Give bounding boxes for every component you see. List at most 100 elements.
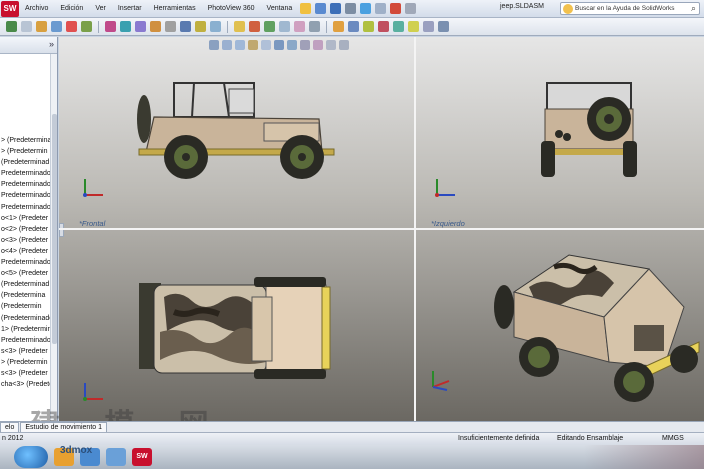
tab-motion-study[interactable]: Estudio de movimiento 1 bbox=[20, 422, 107, 432]
smart-dimension-icon[interactable] bbox=[249, 21, 260, 32]
sketch-icon[interactable] bbox=[234, 21, 245, 32]
tree-item[interactable]: o<3> (Predeter bbox=[0, 235, 57, 246]
tree-item[interactable]: cha<3> (Predeter bbox=[0, 379, 57, 390]
tree-item[interactable]: (Predeterminad bbox=[0, 279, 57, 290]
view-orientation-icon[interactable] bbox=[274, 40, 284, 50]
insert-component-icon[interactable] bbox=[6, 21, 17, 32]
options-gear-icon[interactable] bbox=[423, 21, 434, 32]
tree-item[interactable]: Predeterminado bbox=[0, 190, 57, 201]
watermark-site: 3dmox bbox=[60, 445, 93, 456]
status-mode: Editando Ensamblaje bbox=[557, 435, 624, 442]
tree-scrollbar[interactable] bbox=[50, 54, 57, 421]
shadows-icon[interactable] bbox=[150, 21, 161, 32]
expand-panel-icon[interactable]: » bbox=[49, 39, 54, 49]
select-arrow-icon[interactable] bbox=[375, 3, 387, 14]
tree-item[interactable]: s<3> (Predeter bbox=[0, 346, 57, 357]
tree-item[interactable]: Predeterminado bbox=[0, 202, 57, 213]
ie-app-icon[interactable] bbox=[106, 448, 126, 466]
viewport-horizontal-divider[interactable] bbox=[59, 228, 704, 230]
menu-herramientas[interactable]: Herramientas bbox=[148, 5, 202, 12]
tree-scroll-thumb[interactable] bbox=[52, 114, 57, 344]
move-component-icon[interactable] bbox=[66, 21, 77, 32]
measure-icon[interactable] bbox=[279, 21, 290, 32]
menu-ver[interactable]: Ver bbox=[89, 5, 112, 12]
menu-ventana[interactable]: Ventana bbox=[261, 5, 299, 12]
toolbar-separator bbox=[98, 20, 99, 33]
evaluate-icon[interactable] bbox=[264, 21, 275, 32]
options-icon[interactable] bbox=[405, 3, 417, 14]
panel-splitter[interactable] bbox=[59, 223, 64, 237]
jeep-isometric-view bbox=[494, 254, 700, 402]
tree-item[interactable]: o<5> (Predeter bbox=[0, 268, 57, 279]
tree-item[interactable]: o<2> (Predeter bbox=[0, 224, 57, 235]
previous-view-icon[interactable] bbox=[235, 40, 245, 50]
open-icon[interactable] bbox=[315, 3, 327, 14]
menu-insertar[interactable]: Insertar bbox=[112, 5, 148, 12]
status-version: n 2012 bbox=[2, 435, 24, 442]
show-hidden-icon[interactable] bbox=[81, 21, 92, 32]
start-button[interactable] bbox=[14, 446, 48, 468]
toolbox-icon[interactable] bbox=[393, 21, 404, 32]
tree-item[interactable]: (Predetermin bbox=[0, 301, 57, 312]
help-search-input[interactable]: Buscar en la Ayuda de SolidWorks ⌕ bbox=[560, 2, 700, 15]
tree-item[interactable]: Predeterminado bbox=[0, 168, 57, 179]
section-view-icon[interactable] bbox=[248, 40, 258, 50]
display-style-icon[interactable] bbox=[287, 40, 297, 50]
motion-study-icon[interactable] bbox=[363, 21, 374, 32]
solidworks-logo[interactable]: SW bbox=[1, 0, 19, 17]
zoom-to-fit-icon[interactable] bbox=[209, 40, 219, 50]
save-icon[interactable] bbox=[330, 3, 342, 14]
search-icon[interactable]: ⌕ bbox=[691, 3, 696, 14]
tree-item[interactable]: o<1> (Predeter bbox=[0, 213, 57, 224]
tree-item[interactable]: Predeterminado bbox=[0, 179, 57, 190]
tree-item[interactable]: (Predeterminado bbox=[0, 313, 57, 324]
linear-pattern-icon[interactable] bbox=[36, 21, 47, 32]
window-tile-icon[interactable] bbox=[438, 21, 449, 32]
realview-icon[interactable] bbox=[135, 21, 146, 32]
tree-item[interactable]: (Predeterminad bbox=[0, 157, 57, 168]
dynamic-annotation-icon[interactable] bbox=[261, 40, 271, 50]
solidworks-app-icon[interactable]: SW bbox=[132, 448, 152, 466]
rebuild-icon[interactable] bbox=[390, 3, 402, 14]
view-orientation-icon[interactable] bbox=[180, 21, 191, 32]
hide-show-items-icon[interactable] bbox=[300, 40, 310, 50]
edit-appearance-icon[interactable] bbox=[313, 40, 323, 50]
tab-model[interactable]: elo bbox=[0, 422, 20, 432]
photoview-icon[interactable] bbox=[408, 21, 419, 32]
reference-triad-isometric bbox=[432, 371, 450, 391]
smart-fasteners-icon[interactable] bbox=[51, 21, 62, 32]
simulation-icon[interactable] bbox=[378, 21, 389, 32]
status-units[interactable]: MMGS bbox=[662, 435, 684, 442]
jeep-top-view bbox=[139, 277, 331, 379]
graphics-area[interactable]: *Frontal *Izquierdo bbox=[59, 37, 704, 421]
jeep-left-view bbox=[541, 82, 637, 177]
mate-icon[interactable] bbox=[21, 21, 32, 32]
menu-edicion[interactable]: Edición bbox=[54, 5, 89, 12]
view-settings-icon[interactable] bbox=[339, 40, 349, 50]
apply-scene-icon[interactable] bbox=[326, 40, 336, 50]
tree-item[interactable]: (Predetermina bbox=[0, 290, 57, 301]
print-icon[interactable] bbox=[345, 3, 357, 14]
new-document-icon[interactable] bbox=[300, 3, 312, 14]
mass-properties-icon[interactable] bbox=[294, 21, 305, 32]
tree-item[interactable]: > (Predetermina bbox=[0, 135, 57, 146]
section-view-icon[interactable] bbox=[165, 21, 176, 32]
tree-item[interactable]: s<3> (Predeter bbox=[0, 368, 57, 379]
tree-item[interactable]: o<4> (Predeter bbox=[0, 246, 57, 257]
hide-show-icon[interactable] bbox=[210, 21, 221, 32]
interference-icon[interactable] bbox=[309, 21, 320, 32]
tree-item[interactable]: > (Predetermin bbox=[0, 357, 57, 368]
tree-item[interactable]: Predeterminado bbox=[0, 335, 57, 346]
menu-photoview[interactable]: PhotoView 360 bbox=[202, 5, 261, 12]
zoom-to-area-icon[interactable] bbox=[222, 40, 232, 50]
appearance-icon[interactable] bbox=[105, 21, 116, 32]
exploded-view-icon[interactable] bbox=[348, 21, 359, 32]
menu-archivo[interactable]: Archivo bbox=[19, 5, 54, 12]
scene-icon[interactable] bbox=[120, 21, 131, 32]
assembly-icon[interactable] bbox=[333, 21, 344, 32]
undo-icon[interactable] bbox=[360, 3, 372, 14]
tree-item[interactable]: > (Predetermin bbox=[0, 146, 57, 157]
tree-item[interactable]: Predeterminado bbox=[0, 257, 57, 268]
tree-item[interactable]: 1> (Predetermin bbox=[0, 324, 57, 335]
display-style-icon[interactable] bbox=[195, 21, 206, 32]
